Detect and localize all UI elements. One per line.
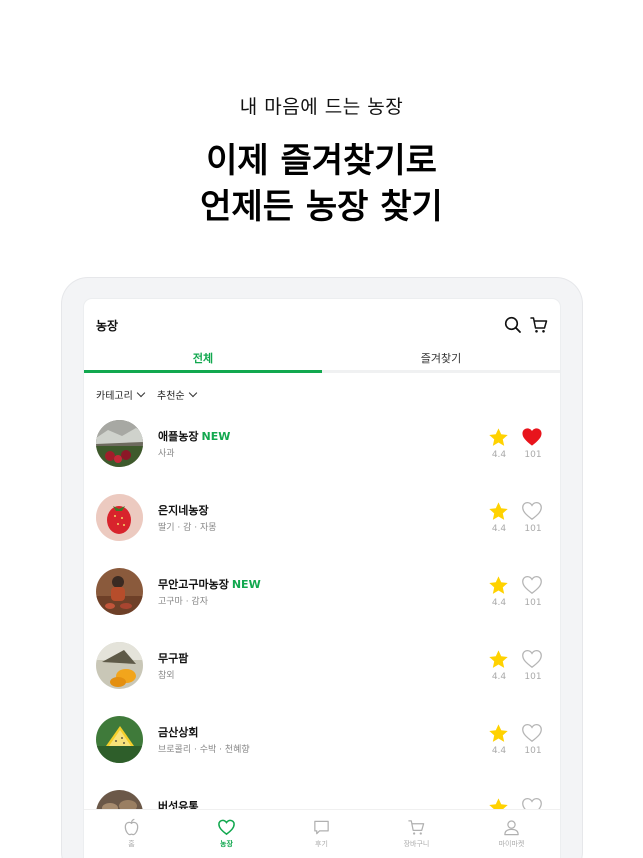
bottom-navigation: 홈 농장 후기 장바구니 마이마켓 <box>84 809 560 858</box>
nav-label: 후기 <box>315 840 328 848</box>
farm-products: 딸기 · 감 · 자몽 <box>158 523 217 533</box>
nav-label: 장바구니 <box>403 840 430 848</box>
heart-filled-icon[interactable] <box>521 427 543 447</box>
heart-outline-icon[interactable] <box>521 575 543 595</box>
farm-name: 애플농장 NEW <box>158 428 230 444</box>
farm-products: 고구마 · 감자 <box>158 597 208 607</box>
star-icon <box>489 650 508 668</box>
new-badge: NEW <box>201 430 231 443</box>
promo-subtitle: 내 마음에 드는 농장 <box>239 96 404 118</box>
rating-value: 4.4 <box>491 598 507 608</box>
farm-list: 애플농장 NEW 사과 4.4 101 은지네농장 딸기 · 감 · 자몽 4.… <box>84 409 560 853</box>
active-tab-indicator <box>84 370 322 373</box>
app-header: 농장 <box>84 299 560 349</box>
cart-button[interactable] <box>530 316 548 334</box>
cart-icon <box>530 317 548 333</box>
chat-icon <box>314 820 329 835</box>
app-screen: 농장 전체 즐겨찾기 카테고리 추천순 애플농장 NEW 사과 4.4 101 … <box>84 299 560 858</box>
heart-icon <box>218 819 235 836</box>
chevron-down-icon <box>136 388 146 397</box>
farm-avatar <box>96 642 143 689</box>
farm-name: 무안고구마농장 NEW <box>158 576 261 592</box>
farm-name: 금산상회 <box>158 724 198 740</box>
farm-name-text: 금산상회 <box>158 726 199 739</box>
nav-my-market[interactable]: 마이마켓 <box>464 810 559 858</box>
apple-icon <box>124 818 139 836</box>
star-icon <box>489 502 508 520</box>
promo-title: 이제 즐겨찾기로 언제든 농장 찾기 <box>0 138 643 230</box>
like-count: 101 <box>524 524 542 534</box>
category-filter[interactable]: 카테고리 <box>96 387 146 402</box>
farm-products: 브로콜리 · 수박 · 천혜향 <box>158 745 250 755</box>
sort-filter[interactable]: 추천순 <box>157 387 197 402</box>
heart-outline-icon[interactable] <box>521 501 543 521</box>
rating-value: 4.4 <box>491 672 507 682</box>
nav-farm[interactable]: 농장 <box>179 810 274 858</box>
tab-bar: 전체 즐겨찾기 <box>84 349 560 373</box>
star-icon <box>489 724 508 742</box>
new-badge: NEW <box>231 578 261 591</box>
search-icon <box>504 316 521 333</box>
nav-cart[interactable]: 장바구니 <box>369 810 464 858</box>
farm-name-text: 애플농장 <box>158 430 199 443</box>
like-count: 101 <box>524 598 542 608</box>
farm-name: 은지네농장 <box>158 502 209 518</box>
nav-home[interactable]: 홈 <box>84 810 179 858</box>
nav-label: 농장 <box>220 840 233 848</box>
chevron-down-icon <box>188 388 197 397</box>
farm-products: 참외 <box>158 671 175 681</box>
nav-label: 마이마켓 <box>498 840 525 848</box>
farm-products: 사과 <box>158 449 175 459</box>
farm-list-item[interactable]: 무구팜 참외 4.4 101 <box>84 631 560 705</box>
farm-name-text: 무안고구마농장 <box>158 578 229 591</box>
like-count: 101 <box>524 672 542 682</box>
rating-value: 4.4 <box>491 524 507 534</box>
rating-value: 4.4 <box>491 450 507 460</box>
star-icon <box>489 576 508 594</box>
sort-filter-label: 추천순 <box>157 391 185 402</box>
farm-list-item[interactable]: 금산상회 브로콜리 · 수박 · 천혜향 4.4 101 <box>84 705 560 779</box>
filter-bar: 카테고리 추천순 <box>96 387 206 402</box>
promo-title-line1: 이제 즐겨찾기로 <box>206 141 437 181</box>
page-title: 농장 <box>96 319 119 333</box>
farm-avatar <box>96 494 143 541</box>
user-icon <box>504 820 519 836</box>
farm-avatar <box>96 716 143 763</box>
farm-name-text: 무구팜 <box>158 652 189 665</box>
nav-label: 홈 <box>128 840 135 848</box>
like-count: 101 <box>524 450 542 460</box>
tab-favorites[interactable]: 즐겨찾기 <box>322 349 560 373</box>
farm-list-item[interactable]: 은지네농장 딸기 · 감 · 자몽 4.4 101 <box>84 483 560 557</box>
farm-avatar <box>96 420 143 467</box>
like-count: 101 <box>524 746 542 756</box>
farm-name-text: 은지네농장 <box>158 504 209 517</box>
rating-value: 4.4 <box>491 746 507 756</box>
farm-list-item[interactable]: 무안고구마농장 NEW 고구마 · 감자 4.4 101 <box>84 557 560 631</box>
farm-name: 무구팜 <box>158 650 188 666</box>
heart-outline-icon[interactable] <box>521 649 543 669</box>
cart-icon <box>408 820 425 835</box>
farm-list-item[interactable]: 애플농장 NEW 사과 4.4 101 <box>84 409 560 483</box>
farm-avatar <box>96 568 143 615</box>
category-filter-label: 카테고리 <box>96 391 133 402</box>
heart-outline-icon[interactable] <box>521 723 543 743</box>
promo-title-line2: 언제든 농장 찾기 <box>200 187 443 227</box>
nav-reviews[interactable]: 후기 <box>274 810 369 858</box>
star-icon <box>489 428 508 446</box>
search-button[interactable] <box>504 316 522 334</box>
